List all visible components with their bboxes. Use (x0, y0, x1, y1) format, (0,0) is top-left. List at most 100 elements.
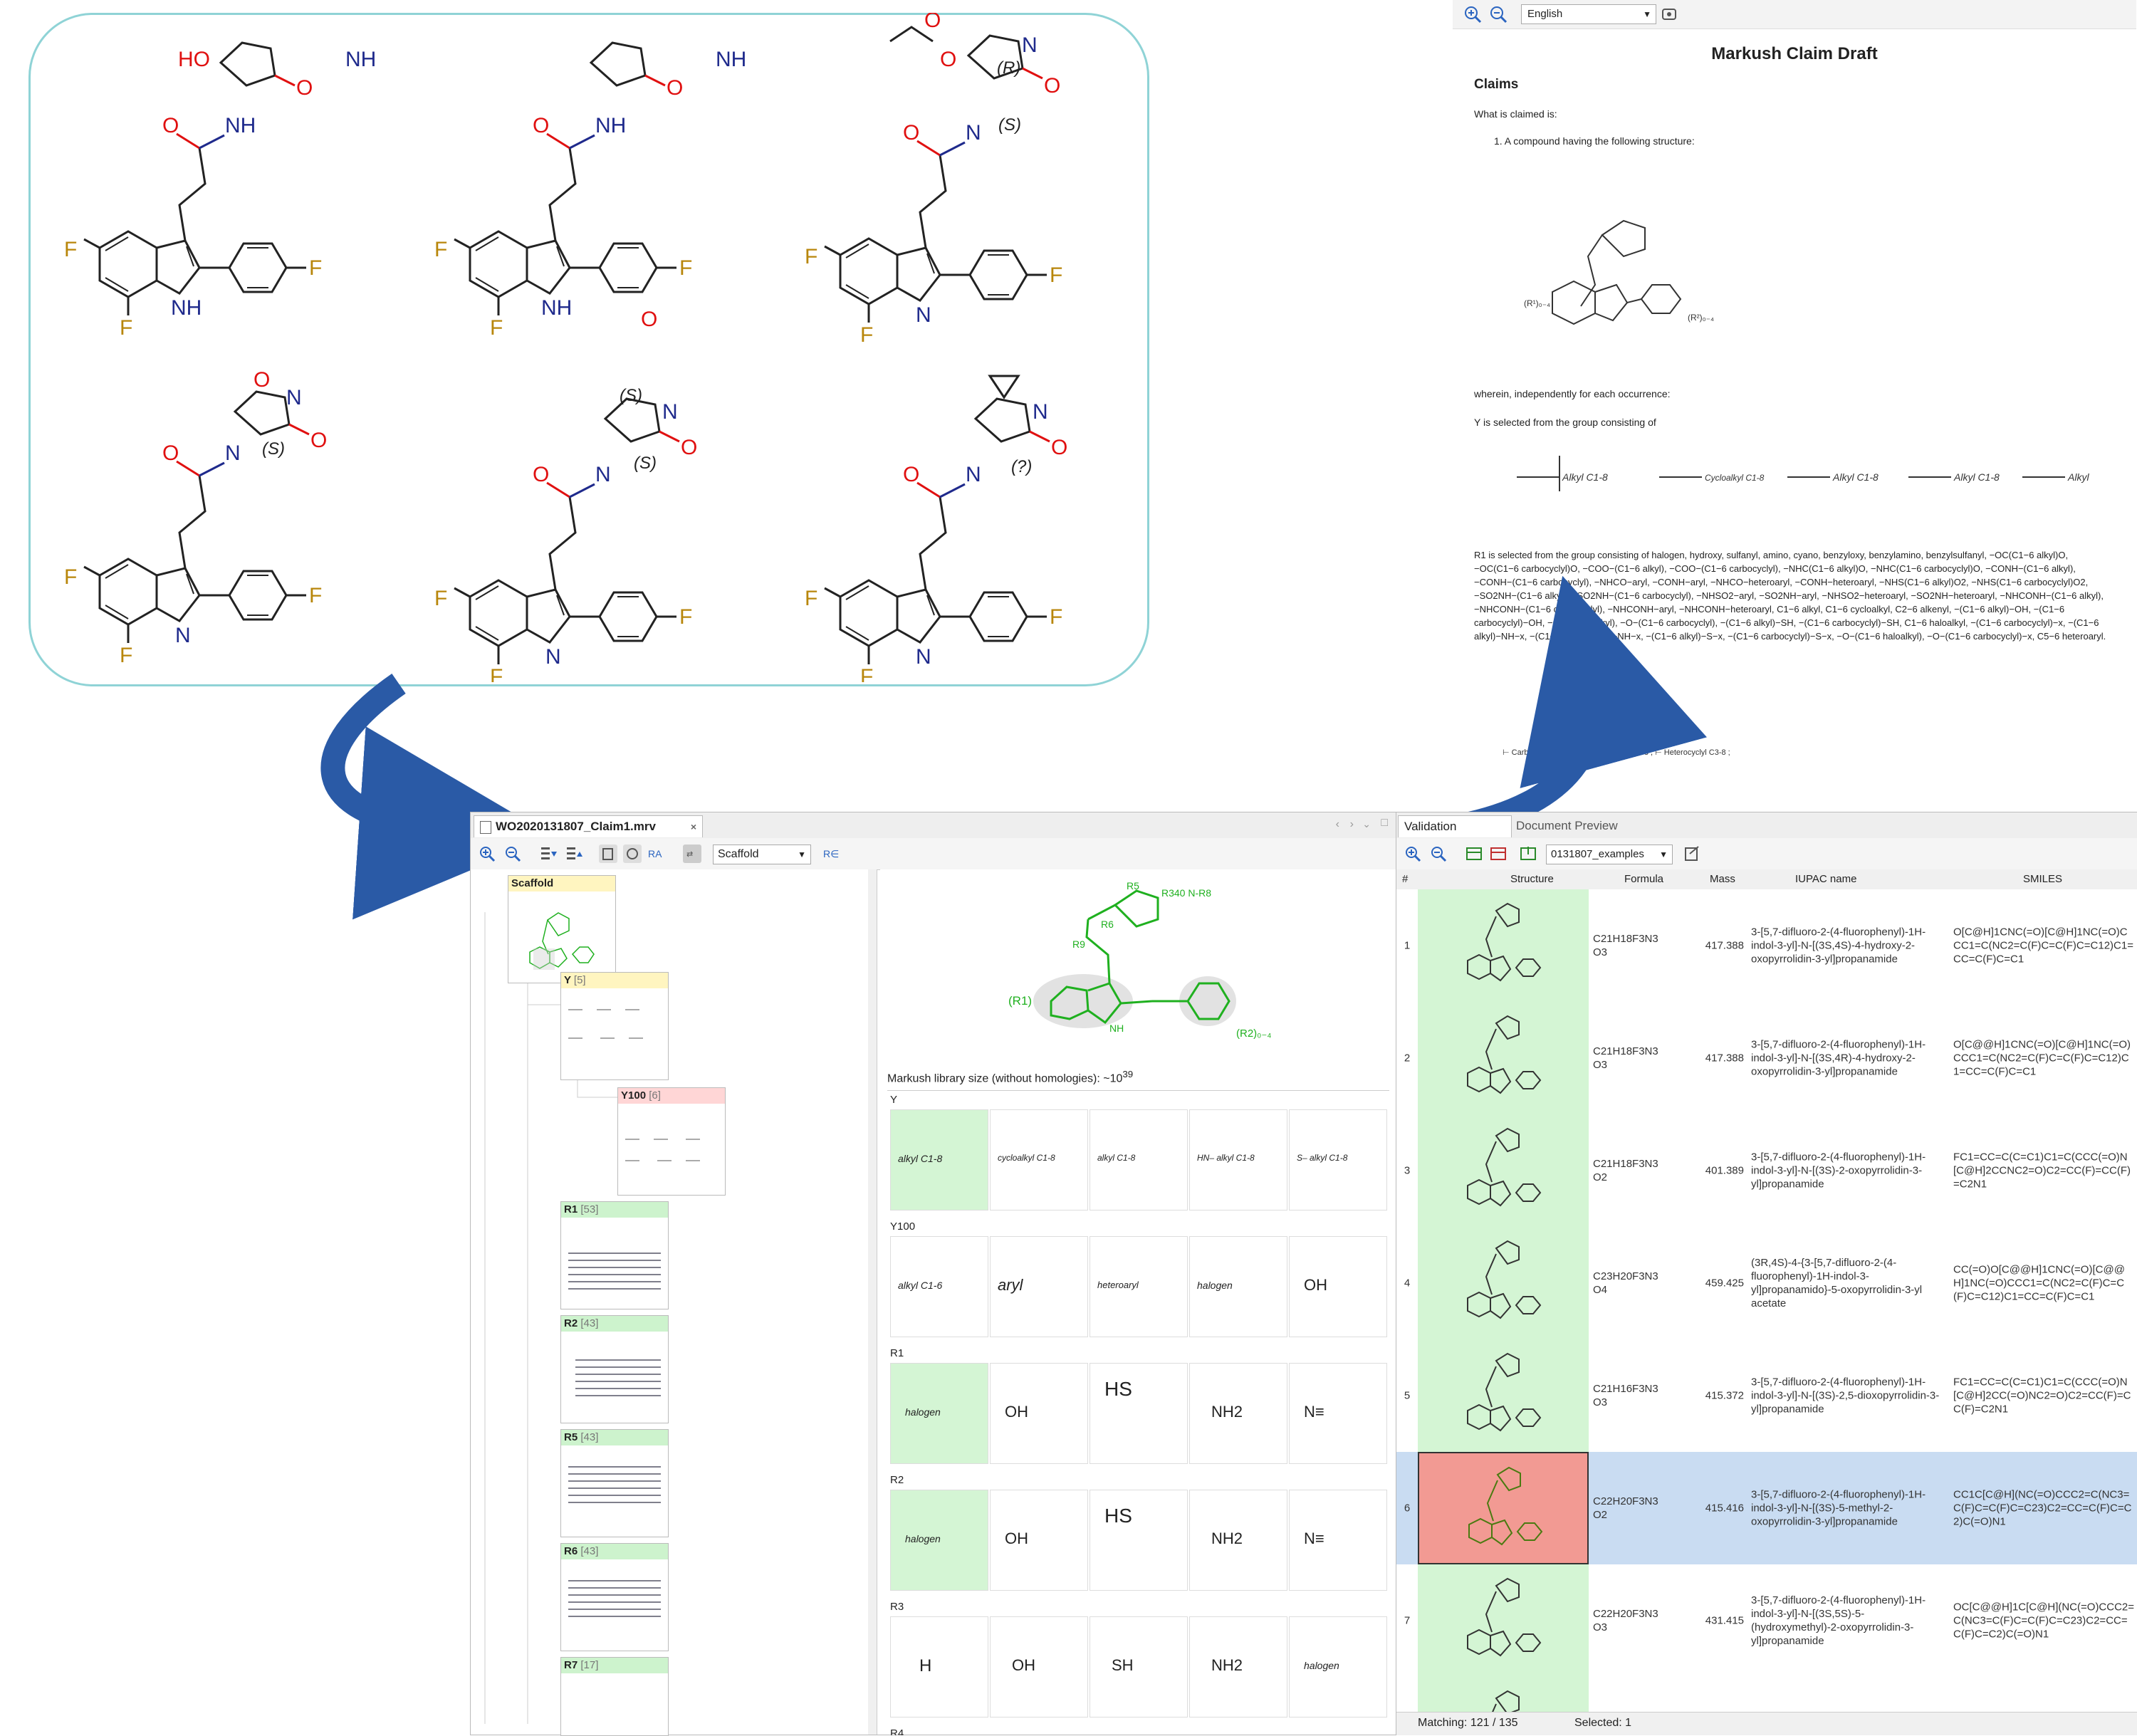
r3-option-3[interactable]: SH (1090, 1616, 1188, 1717)
r1-option-2[interactable]: OH (990, 1363, 1088, 1464)
tab-file[interactable]: WO2020131807_Claim1.mrv × (474, 815, 703, 837)
tree-node-r1[interactable]: R1 [53] (560, 1201, 669, 1309)
tree-node-label: R2 [43] (561, 1316, 668, 1332)
table-row[interactable]: 6 C22H20F3N3 O2 415.416 3-[5,7-difluoro-2-(… (1396, 1452, 2137, 1565)
section-label: R2 (890, 1474, 904, 1486)
cell-mass: 431.415 (1705, 1614, 1744, 1627)
table-row[interactable]: 7 C22H20F3N3 O3 431.415 3-[5,7-difluoro-2-(… (1396, 1564, 2137, 1678)
maximize-icon[interactable]: □ (1381, 817, 1388, 830)
table-row[interactable]: 5 C21H16F3N3 O3 415.372 3-[5,7-difluoro-2-(… (1396, 1339, 2137, 1453)
zoom-in-icon[interactable] (1404, 845, 1422, 863)
r1-option-3[interactable]: HS (1090, 1363, 1188, 1464)
y100-option-1[interactable]: alkyl C1-6 (890, 1236, 988, 1337)
zoom-in-icon[interactable] (478, 845, 496, 863)
cell-mass: 415.416 (1705, 1502, 1744, 1515)
tab-scroll-left-icon[interactable]: ‹ (1336, 818, 1339, 831)
tab-validation[interactable]: Validation (1398, 815, 1512, 837)
svg-text:(R1): (R1) (1008, 994, 1032, 1008)
tree-node-r5[interactable]: R5 [43] (560, 1429, 669, 1537)
tab-menu-icon[interactable]: ⌄ (1362, 818, 1371, 830)
cell-n: 1 (1404, 939, 1411, 952)
enumerate-icon[interactable]: ⇄ (683, 845, 701, 863)
y100-option-2[interactable]: aryl (990, 1236, 1088, 1337)
r1-option-5[interactable]: N≡ (1289, 1363, 1387, 1464)
section-y: Y alkyl C1-8 cycloalkyl C1-8 alkyl C1-8 … (887, 1091, 1389, 1218)
tree-node-r6[interactable]: R6 [43] (560, 1543, 669, 1651)
col-header[interactable]: Mass (1710, 873, 1735, 885)
view-select[interactable]: Scaffold ▼ (713, 845, 811, 864)
r3-option-5[interactable]: halogen (1289, 1616, 1387, 1717)
col-header[interactable]: # (1402, 873, 1408, 885)
tree-node-r7[interactable]: R7 [17] (560, 1657, 669, 1736)
r1-option-4[interactable]: NH2 (1189, 1363, 1287, 1464)
tree-scrollbar[interactable] (868, 869, 877, 1735)
tree-node-y100[interactable]: Y100 [6] (617, 1087, 726, 1196)
cell-iupac: 3-[5,7-difluoro-2-(4-fluorophen (1748, 1677, 1949, 1712)
close-icon[interactable]: × (691, 816, 696, 837)
dataset-select[interactable]: 0131807_examples ▼ (1546, 845, 1673, 864)
y-option-4[interactable]: HN– alkyl C1-8 (1189, 1109, 1287, 1211)
cell-iupac: 3-[5,7-difluoro-2-(4-fluorophenyl)-1H-in… (1751, 1376, 1940, 1416)
table-row[interactable]: 1 C21H18F3N3 O3 417.388 3-[5,7-difluoro-2-(… (1396, 889, 2137, 1003)
r2-option-2[interactable]: OH (990, 1490, 1088, 1591)
svg-text:R340 N-R8: R340 N-R8 (1161, 887, 1211, 899)
table-row[interactable]: 3 C21H18F3N3 O2 401.389 3-[5,7-difluoro-2-(… (1396, 1114, 2137, 1228)
y-option-2[interactable]: cycloalkyl C1-8 (990, 1109, 1088, 1211)
validation-tab-bar: Validation Document Preview (1396, 812, 2137, 839)
status-matching: Matching: 121 / 135 (1418, 1717, 1518, 1729)
svg-text:R5: R5 (1127, 880, 1139, 891)
r2-option-1[interactable]: halogen (890, 1490, 988, 1591)
table-row[interactable]: 2 C21H18F3N3 O3 417.388 3-[5,7-difluoro-2-(… (1396, 1002, 2137, 1115)
r2-option-4[interactable]: NH2 (1189, 1490, 1287, 1591)
table-add-icon[interactable] (1465, 845, 1483, 863)
cell-formula (1590, 1677, 1674, 1712)
col-header[interactable]: SMILES (2023, 873, 2062, 885)
cell-formula: C21H16F3N3 O3 (1593, 1383, 1658, 1408)
export-icon[interactable] (1683, 845, 1701, 863)
table-row[interactable]: 4 C23H20F3N3 O4 459.425 (3R,4S)-4-{3-[5,7-d… (1396, 1227, 2137, 1340)
y-option-3[interactable]: alkyl C1-8 (1090, 1109, 1188, 1211)
import-icon[interactable] (1519, 845, 1537, 863)
y100-option-3[interactable]: heteroaryl (1090, 1236, 1188, 1337)
cell-mass (1676, 1677, 1747, 1712)
table-header: # Structure Formula Mass IUPAC name SMIL… (1396, 869, 2137, 890)
y100-option-5[interactable]: OH (1289, 1236, 1387, 1337)
validation-table-body: 1 C21H18F3N3 O3 417.388 3-[5,7-difluoro-2-(… (1396, 889, 2137, 1712)
col-header[interactable]: Formula (1624, 873, 1663, 885)
tree-node-y[interactable]: Y [5] (560, 972, 669, 1080)
tab-scroll-right-icon[interactable]: › (1350, 818, 1354, 831)
col-header[interactable]: Structure (1510, 873, 1554, 885)
r3-option-1[interactable]: H (890, 1616, 988, 1717)
r2-option-3[interactable]: HS (1090, 1490, 1188, 1591)
zoom-out-icon[interactable] (503, 845, 522, 863)
y-option-5[interactable]: S– alkyl C1-8 (1289, 1109, 1387, 1211)
tree-node-scaffold[interactable]: Scaffold (508, 875, 616, 983)
y-option-1[interactable]: alkyl C1-8 (890, 1109, 988, 1211)
table-remove-icon[interactable] (1489, 845, 1508, 863)
r6-thumbnail (568, 1580, 661, 1617)
r2-option-5[interactable]: N≡ (1289, 1490, 1387, 1591)
structure-thumbnail (1467, 1127, 1542, 1207)
y100-option-4[interactable]: halogen (1189, 1236, 1287, 1337)
validation-toolbar: 0131807_examples ▼ (1396, 838, 2137, 870)
link-icon[interactable] (623, 845, 642, 863)
reaction-icon[interactable]: R∈ (822, 845, 841, 863)
table-row[interactable]: 8 3-[5,7-difluoro-2-(4-fluorophen (1396, 1677, 2137, 1712)
copy-icon[interactable] (599, 845, 617, 863)
r3-option-4[interactable]: NH2 (1189, 1616, 1287, 1717)
structure-thumbnail (1467, 902, 1542, 982)
col-header[interactable]: IUPAC name (1795, 873, 1856, 885)
cell-n: 7 (1404, 1614, 1411, 1627)
expand-tree-icon[interactable] (539, 845, 558, 863)
cell-smiles (1950, 1677, 2137, 1712)
tab-document-preview[interactable]: Document Preview (1510, 815, 1651, 837)
collapse-tree-icon[interactable] (565, 845, 583, 863)
svg-text:R∈: R∈ (823, 848, 839, 859)
cell-smiles: OC[C@@H]1C[C@H](NC(=O)CCC2=C(NC3=C(F)C=C… (1953, 1601, 2135, 1641)
r1-option-1[interactable]: halogen (890, 1363, 988, 1464)
r3-option-2[interactable]: OH (990, 1616, 1088, 1717)
section-label: R1 (890, 1347, 904, 1359)
zoom-out-icon[interactable] (1429, 845, 1448, 863)
search-structure-icon[interactable]: RA (647, 845, 666, 863)
tree-node-r2[interactable]: R2 [43] (560, 1315, 669, 1423)
